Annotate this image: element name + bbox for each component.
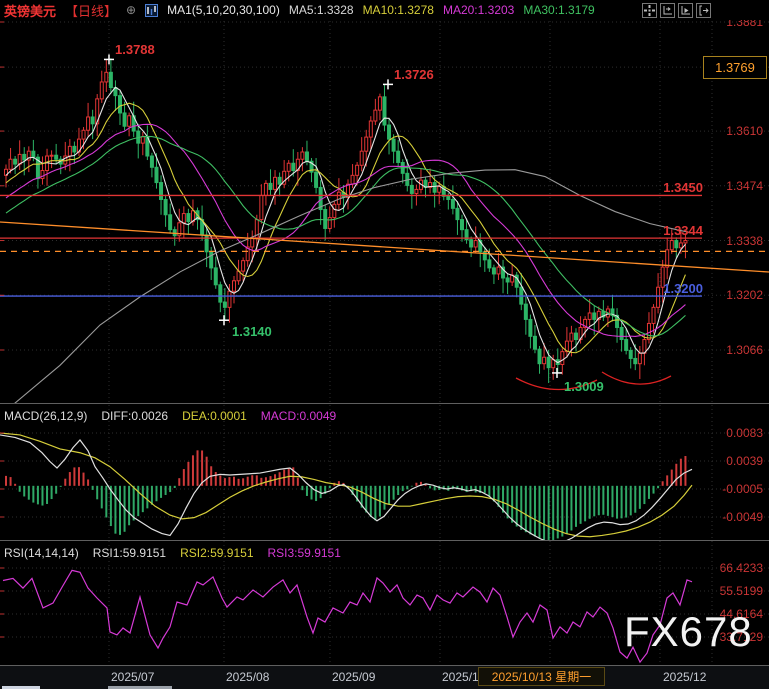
macd-diff-value: DIFF:0.0026: [101, 409, 168, 423]
ma5-value: MA5:1.3328: [289, 3, 354, 17]
scale-right-icon[interactable]: [678, 3, 693, 18]
x-axis-label: 2025/07: [111, 670, 154, 685]
rsi-panel-header: RSI(14,14,14) RSI1:59.9151 RSI2:59.9151 …: [4, 546, 341, 560]
crosshair-date-box: 2025/10/13 星期一: [478, 667, 605, 686]
rsi1-value: RSI1:59.9151: [93, 546, 166, 560]
toolbar-buttons: [642, 3, 711, 18]
macd-params: MACD(26,12,9): [4, 409, 87, 423]
fx678-watermark: FX678: [624, 608, 753, 656]
bottom-arc-annotation: [602, 372, 671, 384]
macd-dea-value: DEA:0.0001: [182, 409, 247, 423]
rsi2-value: RSI2:59.9151: [180, 546, 253, 560]
rsi-params: RSI(14,14,14): [4, 546, 79, 560]
indicator-icon[interactable]: [145, 4, 158, 17]
symbol-name: 英镑美元: [4, 1, 56, 20]
extreme-price-label: 1.3009: [564, 379, 604, 394]
ma-parameters: MA1(5,10,20,30,100): [167, 3, 280, 17]
extreme-price-label: 1.3788: [115, 42, 155, 57]
x-axis-label: 2025/08: [226, 670, 269, 685]
extreme-price-label: 1.3140: [232, 324, 272, 339]
price-line-label: 1.3450: [655, 180, 703, 195]
x-axis-label: 2025/09: [332, 670, 375, 685]
macd-panel-header: MACD(26,12,9) DIFF:0.0026 DEA:0.0001 MAC…: [4, 409, 336, 423]
trading-chart-window: 英镑美元 【日线】 ⊕ MA1(5,10,20,30,100) MA5:1.33…: [0, 0, 769, 689]
exit-icon[interactable]: [696, 3, 711, 18]
link-icon[interactable]: ⊕: [126, 3, 136, 17]
ma20-line: [6, 124, 685, 336]
extreme-price-label: 1.3726: [394, 67, 434, 82]
ma30-line: [6, 136, 685, 336]
rsi-line: [3, 570, 692, 662]
layout-grid-icon[interactable]: [642, 3, 657, 18]
dea-line: [0, 433, 692, 537]
price-line-label: 1.3344: [655, 223, 703, 238]
ma20-value: MA20:1.3203: [443, 3, 514, 17]
macd-value: MACD:0.0049: [261, 409, 336, 423]
ma100-line: [14, 170, 692, 404]
crosshair-price-box: 1.3769: [703, 56, 767, 79]
candles-layer: [5, 58, 687, 383]
macd-layer: [0, 433, 692, 543]
trend-line: [0, 222, 769, 272]
scale-left-icon[interactable]: [660, 3, 675, 18]
ma30-value: MA30:1.3179: [523, 3, 594, 17]
price-chart-canvas: [0, 0, 769, 689]
ma10-value: MA10:1.3278: [363, 3, 434, 17]
price-line-label: 1.3200: [655, 281, 703, 296]
rsi3-value: RSI3:59.9151: [268, 546, 341, 560]
x-axis-label: 2025/12: [663, 670, 706, 685]
chart-header: 英镑美元 【日线】 ⊕ MA1(5,10,20,30,100) MA5:1.33…: [0, 0, 769, 20]
period-label: 【日线】: [65, 1, 117, 20]
